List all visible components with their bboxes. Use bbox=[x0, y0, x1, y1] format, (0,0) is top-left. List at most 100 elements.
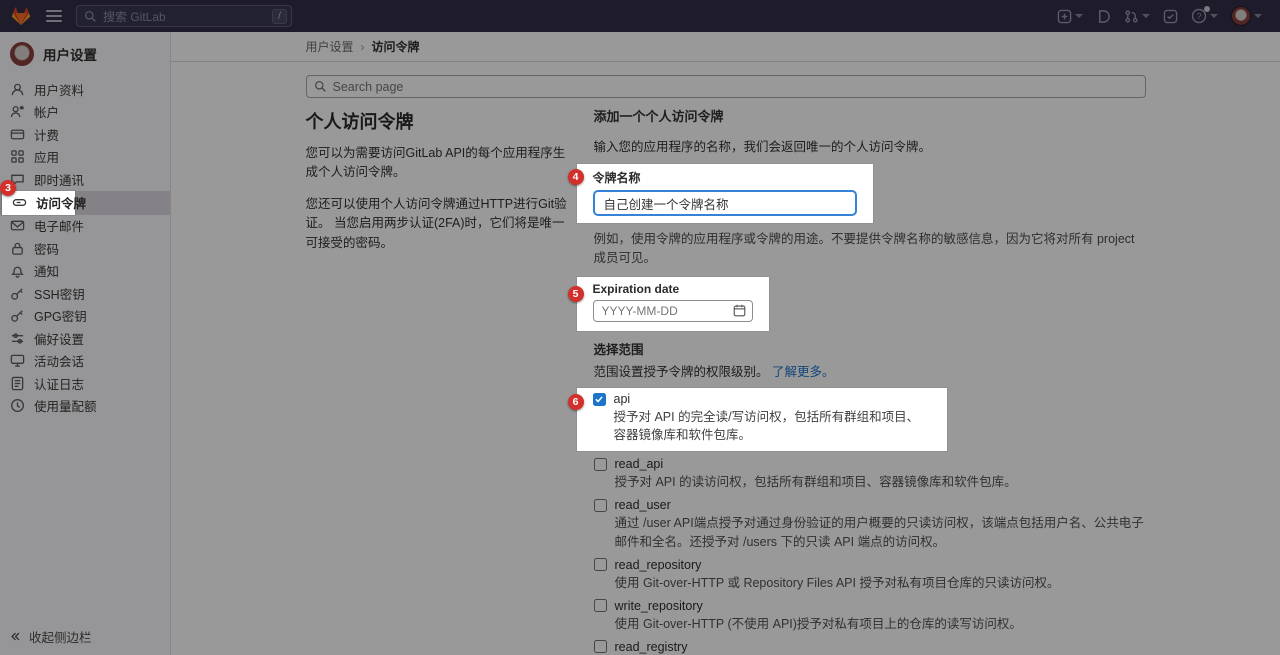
expiration-date-input[interactable] bbox=[593, 300, 753, 322]
annotation-badge-6: 6 bbox=[568, 394, 584, 410]
settings-sidebar: 用户设置 用户资料 帐户 计费 应用 即时通讯 访问令牌3 电子邮件 密码 通知… bbox=[0, 32, 171, 655]
usage-icon bbox=[10, 398, 25, 413]
profile-icon bbox=[10, 82, 25, 97]
avatar bbox=[10, 42, 34, 66]
hamburger-menu-icon[interactable] bbox=[46, 7, 62, 25]
form-intro: 输入您的应用程序的名称，我们会返回唯一的个人访问令牌。 bbox=[594, 136, 1146, 155]
merge-request-icon bbox=[1124, 9, 1139, 24]
chevron-down-icon bbox=[1075, 14, 1083, 18]
collapse-sidebar-label: 收起侧边栏 bbox=[29, 627, 92, 646]
issues-icon bbox=[1096, 9, 1111, 24]
sliders-icon bbox=[10, 331, 25, 346]
sidebar-item-label: 认证日志 bbox=[34, 374, 84, 393]
avatar bbox=[1231, 6, 1251, 26]
sidebar-item-label: 访问令牌 bbox=[36, 193, 86, 212]
scope-checkbox[interactable] bbox=[594, 558, 607, 571]
annotation-badge-5: 5 bbox=[568, 286, 584, 302]
search-icon bbox=[314, 80, 327, 93]
scope-checkbox-checked[interactable] bbox=[593, 393, 606, 406]
chevron-double-left-icon bbox=[10, 631, 21, 642]
scope-description: 授予对 API 的读访问权，包括所有群组和项目、容器镜像库和软件包库。 bbox=[615, 473, 1146, 491]
annotation-badge-3: 3 bbox=[0, 180, 16, 196]
scopes-description: 范围设置授予令牌的权限级别。 了解更多。 bbox=[594, 361, 1146, 380]
main-content: 用户设置 › 访问令牌 个人访问令牌 您可以为需要访问GitLab API的每个… bbox=[171, 32, 1280, 655]
sidebar-item-password-密码[interactable]: 密码 bbox=[0, 237, 170, 260]
sidebar-item-label: 计费 bbox=[34, 125, 59, 144]
billing-icon bbox=[10, 127, 25, 142]
svg-text:?: ? bbox=[1197, 11, 1202, 21]
scope-name[interactable]: api bbox=[614, 392, 631, 406]
sidebar-item-profile-用户资料[interactable]: 用户资料 bbox=[0, 78, 170, 101]
sidebar-item-monitor-活动会话[interactable]: 活动会话 bbox=[0, 350, 170, 373]
key-icon bbox=[10, 308, 25, 323]
gitlab-logo-icon[interactable] bbox=[10, 5, 32, 27]
scope-row-read_user: read_user 通过 /user API端点授予对通过身份验证的用户概要的只… bbox=[594, 498, 1146, 550]
sidebar-item-key-GPG密钥[interactable]: GPG密钥 bbox=[0, 305, 170, 328]
sidebar-item-apps-应用[interactable]: 应用 bbox=[0, 146, 170, 169]
expiration-spotlight: 5 Expiration date bbox=[577, 277, 769, 331]
sidebar-item-log-认证日志[interactable]: 认证日志 bbox=[0, 372, 170, 395]
sidebar-item-account-帐户[interactable]: 帐户 bbox=[0, 101, 170, 124]
collapse-sidebar-button[interactable]: 收起侧边栏 bbox=[10, 627, 92, 646]
todo-check-icon bbox=[1163, 9, 1178, 24]
global-search-input[interactable]: 搜索 GitLab / bbox=[76, 5, 292, 27]
scope-name[interactable]: read_repository bbox=[615, 558, 702, 572]
token-name-input[interactable] bbox=[593, 190, 857, 216]
sidebar-item-bell-通知[interactable]: 通知 bbox=[0, 260, 170, 283]
sidebar-header: 用户设置 bbox=[0, 32, 170, 78]
sidebar-item-label: 使用量配额 bbox=[34, 396, 97, 415]
scope-description: 使用 Git-over-HTTP (不使用 API)授予对私有项目上的仓库的读写… bbox=[615, 615, 1146, 633]
sidebar-item-billing-计费[interactable]: 计费 bbox=[0, 123, 170, 146]
scope-description: 授予对 API 的完全读/写访问权，包括所有群组和项目、容器镜像库和软件包库。 bbox=[614, 408, 931, 444]
sidebar-item-label: 帐户 bbox=[34, 102, 59, 121]
sidebar-item-label: 通知 bbox=[34, 261, 59, 280]
sidebar-item-email-电子邮件[interactable]: 电子邮件 bbox=[0, 215, 170, 238]
scope-name[interactable]: read_api bbox=[615, 457, 664, 471]
chevron-down-icon bbox=[1210, 14, 1218, 18]
scope-name[interactable]: read_registry bbox=[615, 640, 688, 654]
scope-checkbox[interactable] bbox=[594, 640, 607, 653]
scope-checkbox[interactable] bbox=[594, 458, 607, 471]
scope-checkbox[interactable] bbox=[594, 499, 607, 512]
todo-list-button[interactable] bbox=[1163, 9, 1178, 24]
sidebar-item-label: 电子邮件 bbox=[34, 216, 84, 235]
page-title: 个人访问令牌 bbox=[306, 108, 576, 134]
sidebar-item-usage-使用量配额[interactable]: 使用量配额 bbox=[0, 395, 170, 418]
scope-row-read_repository: read_repository 使用 Git-over-HTTP 或 Repos… bbox=[594, 558, 1146, 592]
description-paragraph: 您可以为需要访问GitLab API的每个应用程序生成个人访问令牌。 bbox=[306, 144, 576, 183]
scopes-title: 选择范围 bbox=[594, 339, 1146, 358]
sidebar-item-access-tokens-active[interactable]: 访问令牌3 bbox=[0, 191, 170, 215]
breadcrumb: 用户设置 › 访问令牌 bbox=[306, 38, 1146, 55]
user-menu-button[interactable] bbox=[1231, 6, 1262, 26]
issues-button[interactable] bbox=[1096, 9, 1111, 24]
sidebar-item-chat-即时通讯[interactable]: 即时通讯 bbox=[0, 168, 170, 191]
learn-more-link[interactable]: 了解更多。 bbox=[772, 365, 835, 379]
breadcrumb-bar: 用户设置 › 访问令牌 bbox=[171, 32, 1280, 62]
scopes-description-text: 范围设置授予令牌的权限级别。 bbox=[594, 365, 769, 379]
slash-shortcut-badge: / bbox=[272, 9, 287, 24]
scope-name[interactable]: read_user bbox=[615, 498, 671, 512]
new-menu-button[interactable] bbox=[1057, 9, 1083, 24]
breadcrumb-parent[interactable]: 用户设置 bbox=[306, 38, 354, 55]
scope-name[interactable]: write_repository bbox=[615, 599, 703, 613]
sidebar-item-sliders-偏好设置[interactable]: 偏好设置 bbox=[0, 327, 170, 350]
sidebar-item-label: 活动会话 bbox=[34, 351, 84, 370]
calendar-icon[interactable] bbox=[733, 304, 746, 317]
help-menu-button[interactable]: ? bbox=[1191, 8, 1218, 24]
scope-row-api: api 授予对 API 的完全读/写访问权，包括所有群组和项目、容器镜像库和软件… bbox=[577, 388, 947, 451]
merge-requests-button[interactable] bbox=[1124, 9, 1150, 24]
sidebar-item-label: SSH密钥 bbox=[34, 284, 85, 303]
email-icon bbox=[10, 218, 25, 233]
gitlab-settings-page: 搜索 GitLab / ? bbox=[0, 0, 1280, 655]
expiration-label: Expiration date bbox=[593, 282, 753, 296]
chevron-down-icon bbox=[1142, 14, 1150, 18]
sidebar-item-label: GPG密钥 bbox=[34, 306, 87, 325]
sidebar-spotlight[interactable]: 访问令牌3 bbox=[2, 191, 75, 215]
scope-row-read_registry: read_registry 授予对私有项目上的容器镜像库镜像的只读访问权。 bbox=[594, 640, 1146, 655]
chevron-down-icon bbox=[1254, 14, 1262, 18]
sidebar-item-key-SSH密钥[interactable]: SSH密钥 bbox=[0, 282, 170, 305]
page-search-input[interactable] bbox=[306, 75, 1146, 98]
account-icon bbox=[10, 104, 25, 119]
search-icon bbox=[84, 10, 97, 23]
scope-checkbox[interactable] bbox=[594, 599, 607, 612]
